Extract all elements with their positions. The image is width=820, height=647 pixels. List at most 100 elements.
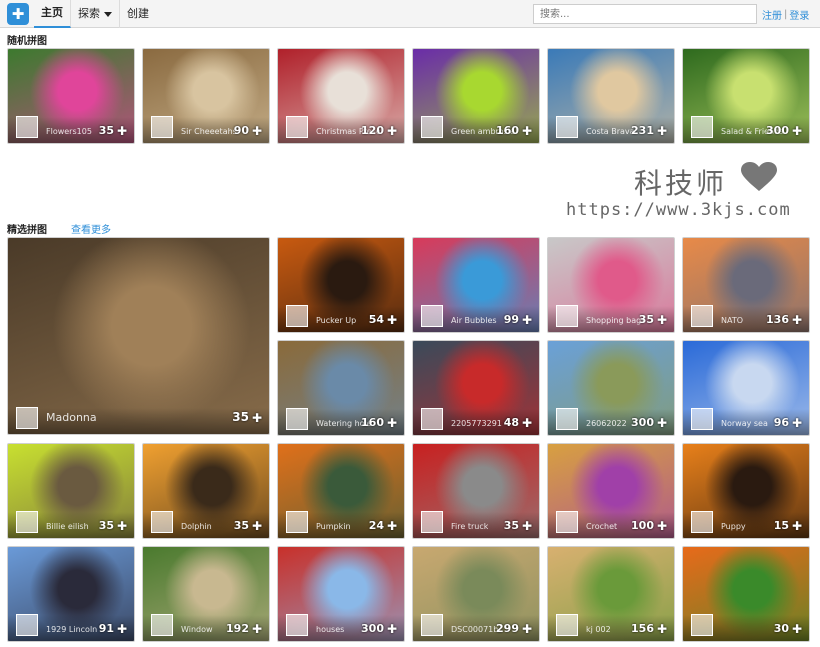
piece-count: 99	[503, 313, 519, 326]
puzzle-tile[interactable]: kj 002 156 ✚	[547, 546, 675, 642]
nav-home[interactable]: 主页	[34, 0, 71, 28]
puzzle-tile[interactable]: Window 192 ✚	[142, 546, 270, 642]
avatar[interactable]	[421, 116, 443, 138]
puzzle-logo-icon[interactable]: ✚	[7, 3, 29, 25]
piece-count: 231	[631, 124, 654, 137]
puzzle-tile[interactable]: Pumpkin 24 ✚	[277, 443, 405, 539]
piece-count: 35	[232, 410, 249, 424]
avatar[interactable]	[421, 305, 443, 327]
puzzle-tile[interactable]: NATO 136 ✚	[682, 237, 810, 333]
puzzle-tile[interactable]: Flowers105 35 ✚	[7, 48, 135, 144]
auth-separator: |	[784, 8, 788, 20]
avatar[interactable]	[151, 614, 173, 636]
puzzle-tile[interactable]: Fire truck 35 ✚	[412, 443, 540, 539]
puzzle-tile[interactable]: houses 300 ✚	[277, 546, 405, 642]
piece-count: 54	[368, 313, 384, 326]
piece-count: 192	[226, 622, 249, 635]
puzzle-tile[interactable]: DSC00071b 299 ✚	[412, 546, 540, 642]
login-link[interactable]: 登录	[789, 7, 809, 22]
avatar[interactable]	[556, 408, 578, 430]
piece-count: 156	[631, 622, 654, 635]
puzzle-tile[interactable]: Christmas Prese 120 ✚	[277, 48, 405, 144]
puzzle-tile[interactable]: 30 ✚	[682, 546, 810, 642]
avatar[interactable]	[691, 116, 713, 138]
avatar[interactable]	[286, 305, 308, 327]
puzzle-piece-icon: ✚	[522, 622, 533, 636]
puzzle-piece-icon: ✚	[792, 622, 803, 636]
avatar[interactable]	[16, 407, 38, 429]
avatar[interactable]	[691, 614, 713, 636]
puzzle-title: 26062022	[586, 419, 627, 428]
puzzle-piece-icon: ✚	[117, 519, 128, 533]
puzzle-title: Air Bubbles	[451, 316, 497, 325]
puzzle-title: Pumpkin	[316, 522, 351, 531]
avatar[interactable]	[286, 408, 308, 430]
puzzle-tile[interactable]: Crochet 100 ✚	[547, 443, 675, 539]
puzzle-tile[interactable]: Billie eilish 35 ✚	[7, 443, 135, 539]
puzzle-tile[interactable]: Madonna 35 ✚	[7, 237, 270, 435]
avatar[interactable]	[556, 511, 578, 533]
puzzle-tile[interactable]: Dolphin 35 ✚	[142, 443, 270, 539]
view-more-link[interactable]: 查看更多	[71, 221, 111, 236]
puzzle-title: houses	[316, 625, 345, 634]
puzzle-tile[interactable]: Green ambrosia 160 ✚	[412, 48, 540, 144]
puzzle-piece-icon: ✚	[252, 124, 263, 138]
puzzle-title: Puppy	[721, 522, 746, 531]
puzzle-tile[interactable]: Air Bubbles 99 ✚	[412, 237, 540, 333]
search-input[interactable]	[533, 4, 757, 24]
puzzle-tile[interactable]: Pucker Up 54 ✚	[277, 237, 405, 333]
piece-count: 136	[766, 313, 789, 326]
avatar[interactable]	[421, 614, 443, 636]
avatar[interactable]	[556, 614, 578, 636]
avatar[interactable]	[691, 408, 713, 430]
piece-count: 30	[773, 622, 789, 635]
puzzle-piece-icon: ✚	[657, 124, 668, 138]
puzzle-piece-icon: ✚	[792, 519, 803, 533]
puzzle-piece-icon: ✚	[792, 416, 803, 430]
puzzle-piece-icon: ✚	[252, 622, 263, 636]
puzzle-title: 2205773291	[451, 419, 502, 428]
puzzle-piece-icon: ✚	[657, 416, 668, 430]
heart-icon	[741, 162, 777, 191]
top-bar: ✚ 主页 探索 创建 注册 | 登录	[0, 0, 820, 28]
puzzle-piece-icon: ✚	[522, 519, 533, 533]
puzzle-tile[interactable]: 26062022 300 ✚	[547, 340, 675, 436]
puzzle-tile[interactable]: Shopping bags 35 ✚	[547, 237, 675, 333]
avatar[interactable]	[691, 305, 713, 327]
avatar[interactable]	[16, 116, 38, 138]
puzzle-piece-icon: ✚	[252, 519, 263, 533]
puzzle-tile[interactable]: 2205773291 48 ✚	[412, 340, 540, 436]
avatar[interactable]	[556, 305, 578, 327]
avatar[interactable]	[286, 511, 308, 533]
avatar[interactable]	[16, 511, 38, 533]
avatar[interactable]	[16, 614, 38, 636]
avatar[interactable]	[151, 116, 173, 138]
nav-explore[interactable]: 探索	[71, 0, 120, 28]
puzzle-piece-icon: ✚	[522, 313, 533, 327]
avatar[interactable]	[421, 408, 443, 430]
auth-links: 注册 | 登录	[762, 0, 809, 28]
avatar[interactable]	[286, 116, 308, 138]
puzzle-tile[interactable]: Puppy 15 ✚	[682, 443, 810, 539]
nav-create[interactable]: 创建	[120, 0, 156, 28]
avatar[interactable]	[286, 614, 308, 636]
puzzle-title: Norway sea	[721, 419, 768, 428]
puzzle-piece-icon: ✚	[387, 416, 398, 430]
register-link[interactable]: 注册	[762, 7, 782, 22]
piece-count: 35	[98, 124, 114, 137]
chevron-down-icon	[104, 11, 112, 17]
avatar[interactable]	[556, 116, 578, 138]
puzzle-tile[interactable]: Sir Cheeetahs 90 ✚	[142, 48, 270, 144]
avatar[interactable]	[691, 511, 713, 533]
piece-count: 160	[496, 124, 519, 137]
watermark-url: https://www.3kjs.com	[566, 200, 791, 220]
puzzle-tile[interactable]: Costa Brava 231 ✚	[547, 48, 675, 144]
puzzle-tile[interactable]: Norway sea 96 ✚	[682, 340, 810, 436]
puzzle-title: Pucker Up	[316, 316, 357, 325]
puzzle-tile[interactable]: 1929 Lincoln 91 ✚	[7, 546, 135, 642]
piece-count: 15	[773, 519, 789, 532]
puzzle-tile[interactable]: Salad & Friends 300 ✚	[682, 48, 810, 144]
puzzle-tile[interactable]: Watering hole 160 ✚	[277, 340, 405, 436]
avatar[interactable]	[421, 511, 443, 533]
avatar[interactable]	[151, 511, 173, 533]
